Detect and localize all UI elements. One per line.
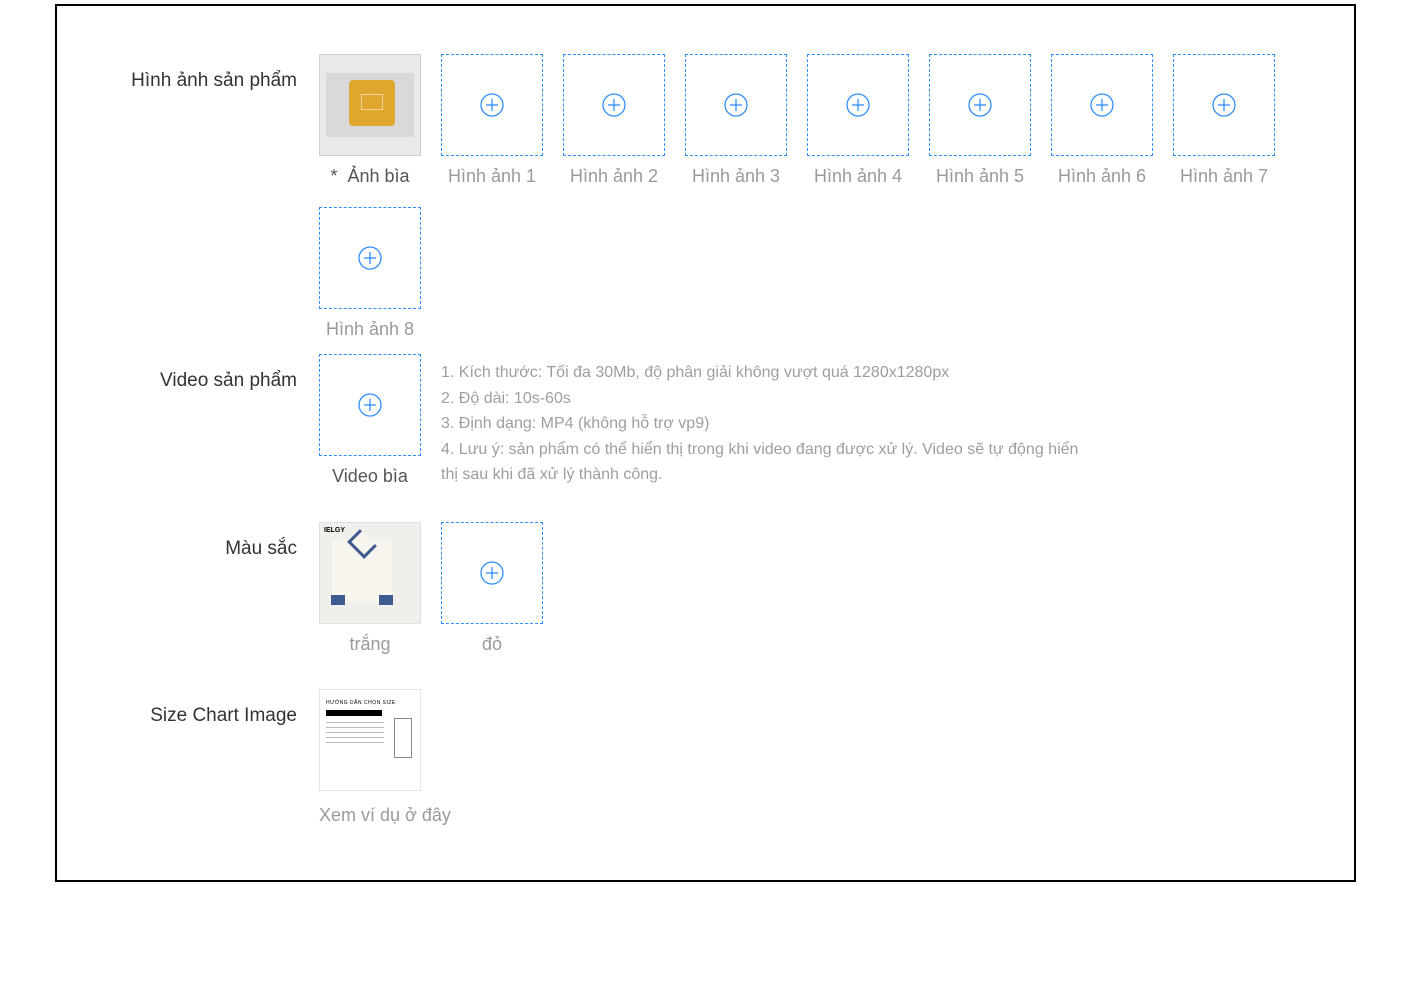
image-upload-2[interactable] [563, 54, 665, 156]
plus-icon [357, 245, 383, 271]
image-slot-3: Hình ảnh 3 [685, 54, 787, 187]
cover-image-upload[interactable] [319, 54, 421, 156]
image-upload-8[interactable] [319, 207, 421, 309]
size-chart-title: HƯỚNG DẪN CHỌN SIZE [326, 700, 414, 706]
product-images-label: Hình ảnh sản phẩm [97, 54, 297, 340]
image-slot-7: Hình ảnh 7 [1173, 54, 1275, 187]
image-upload-3[interactable] [685, 54, 787, 156]
color-slot-0: IELGY trắng [319, 522, 421, 655]
color-label: Màu sắc [97, 522, 297, 655]
cover-caption: * Ảnh bìa [330, 166, 409, 187]
plus-icon [1089, 92, 1115, 118]
video-note-2: 2. Độ dài: 10s-60s [441, 386, 1081, 412]
image-caption-5: Hình ảnh 5 [936, 166, 1024, 187]
image-slot-1: Hình ảnh 1 [441, 54, 543, 187]
video-notes: 1. Kích thước: Tối đa 30Mb, độ phân giải… [441, 354, 1081, 488]
image-upload-4[interactable] [807, 54, 909, 156]
size-chart-row: Size Chart Image HƯỚNG DẪN CHỌN SIZE Xem… [97, 689, 1294, 826]
size-chart-header-bar [326, 710, 382, 716]
video-note-4: 4. Lưu ý: sản phẩm có thể hiển thị trong… [441, 437, 1081, 488]
image-slot-8: Hình ảnh 8 [319, 207, 421, 340]
image-upload-5[interactable] [929, 54, 1031, 156]
video-caption: Video bìa [332, 466, 408, 487]
image-slot-4: Hình ảnh 4 [807, 54, 909, 187]
plus-icon [357, 392, 383, 418]
image-caption-6: Hình ảnh 6 [1058, 166, 1146, 187]
size-chart-example-image[interactable]: HƯỚNG DẪN CHỌN SIZE [319, 689, 421, 791]
plus-icon [1211, 92, 1237, 118]
image-upload-6[interactable] [1051, 54, 1153, 156]
plus-icon [479, 560, 505, 586]
image-upload-1[interactable] [441, 54, 543, 156]
image-slot-5: Hình ảnh 5 [929, 54, 1031, 187]
product-media-panel: Hình ảnh sản phẩm * Ảnh bìa Hình ảnh 1 [55, 4, 1356, 882]
product-video-content: Video bìa 1. Kích thước: Tối đa 30Mb, độ… [319, 354, 1294, 488]
image-slot-2: Hình ảnh 2 [563, 54, 665, 187]
plus-icon [845, 92, 871, 118]
product-images-row: Hình ảnh sản phẩm * Ảnh bìa Hình ảnh 1 [97, 54, 1294, 340]
plus-icon [723, 92, 749, 118]
image-caption-8: Hình ảnh 8 [326, 319, 414, 340]
video-slot: Video bìa [319, 354, 421, 488]
video-note-1: 1. Kích thước: Tối đa 30Mb, độ phân giải… [441, 360, 1081, 386]
color-slots: IELGY trắng đỏ [319, 522, 1294, 655]
plus-icon [967, 92, 993, 118]
size-chart-figure-icon [394, 718, 412, 758]
color-image-upload-1[interactable] [441, 522, 543, 624]
video-upload[interactable] [319, 354, 421, 456]
product-video-row: Video sản phẩm Video bìa 1. Kích thước: … [97, 354, 1294, 488]
cover-caption-text: Ảnh bìa [347, 166, 409, 186]
size-chart-link[interactable]: Xem ví dụ ở đây [319, 805, 451, 826]
color-caption-0: trắng [349, 634, 390, 655]
size-chart-label: Size Chart Image [97, 689, 297, 826]
image-upload-7[interactable] [1173, 54, 1275, 156]
product-images-slots: * Ảnh bìa Hình ảnh 1 Hình ảnh 2 [319, 54, 1294, 340]
image-caption-7: Hình ảnh 7 [1180, 166, 1268, 187]
pillow-icon [349, 80, 395, 126]
plus-icon [601, 92, 627, 118]
color-row: Màu sắc IELGY trắng đỏ [97, 522, 1294, 655]
product-video-label: Video sản phẩm [97, 354, 297, 488]
size-chart-content: HƯỚNG DẪN CHỌN SIZE Xem ví dụ ở đây [319, 689, 1294, 826]
color-slot-1: đỏ [441, 522, 543, 655]
image-slot-cover: * Ảnh bìa [319, 54, 421, 187]
plus-icon [479, 92, 505, 118]
video-note-3: 3. Định dạng: MP4 (không hỗ trợ vp9) [441, 411, 1081, 437]
color-caption-1: đỏ [482, 634, 502, 655]
image-caption-1: Hình ảnh 1 [448, 166, 536, 187]
required-asterisk: * [330, 166, 337, 186]
image-caption-2: Hình ảnh 2 [570, 166, 658, 187]
sweater-preview: IELGY [320, 523, 420, 623]
color-image-0[interactable]: IELGY [319, 522, 421, 624]
image-slot-6: Hình ảnh 6 [1051, 54, 1153, 187]
image-caption-4: Hình ảnh 4 [814, 166, 902, 187]
image-caption-3: Hình ảnh 3 [692, 166, 780, 187]
brand-label: IELGY [324, 527, 345, 534]
